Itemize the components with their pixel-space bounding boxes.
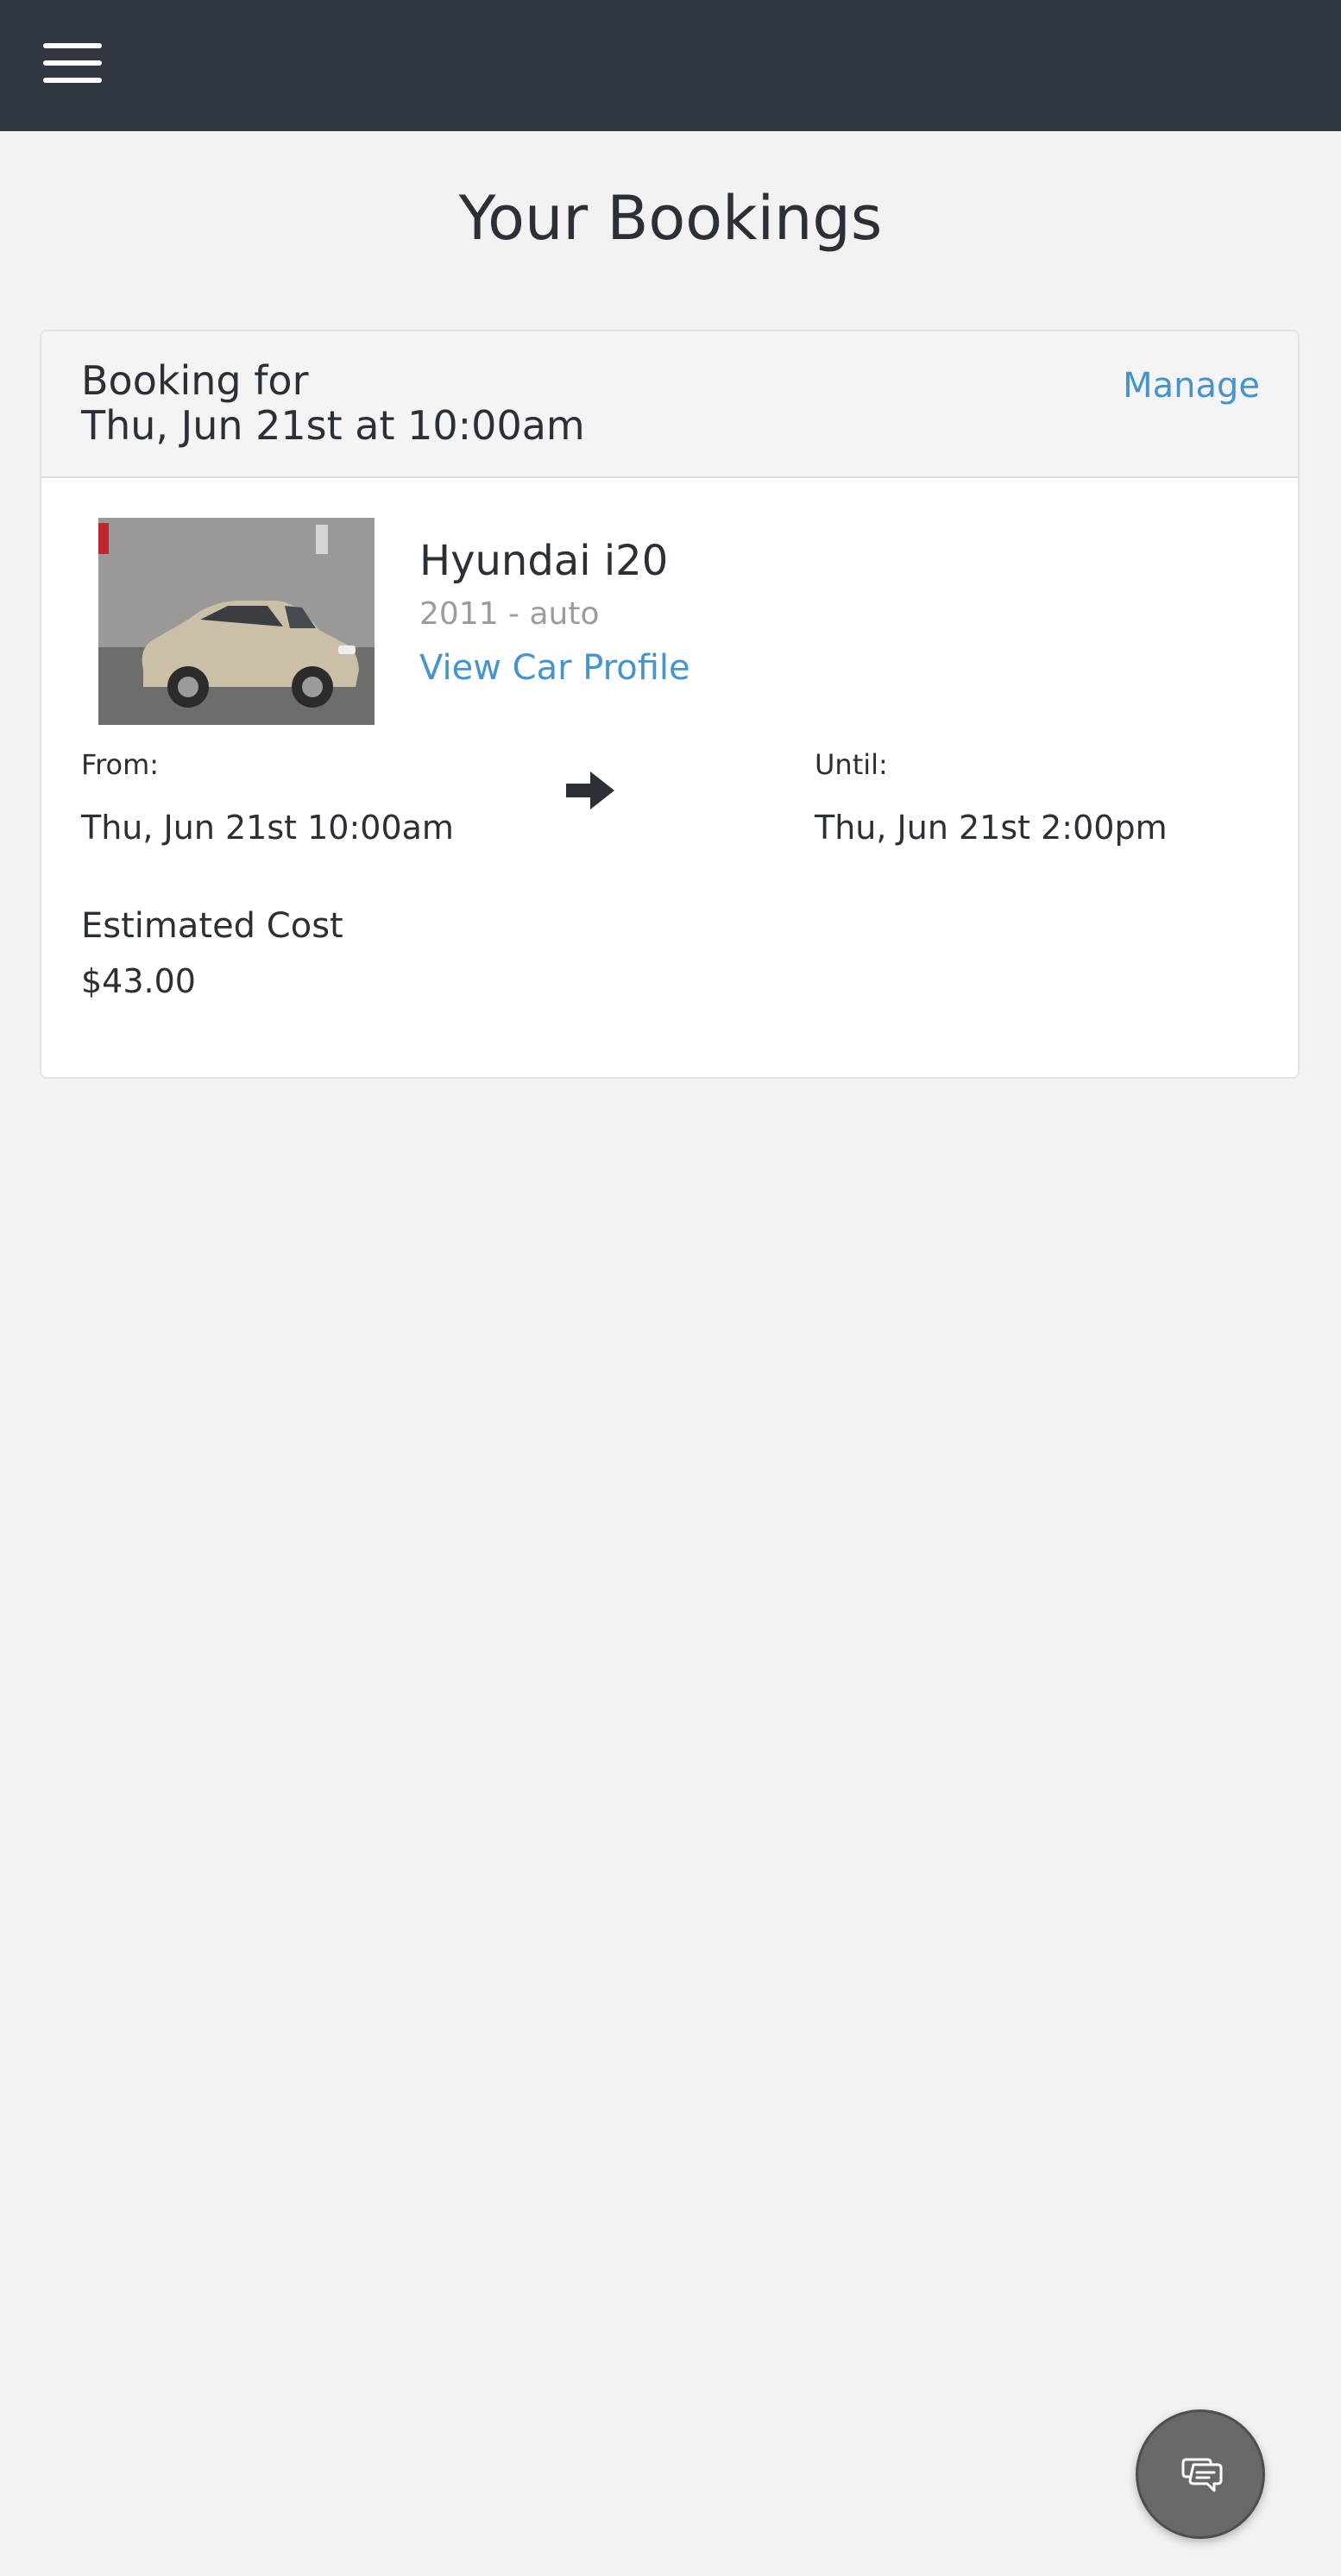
from-label: From: xyxy=(81,748,160,781)
car-photo[interactable] xyxy=(98,518,375,725)
car-year-transmission: 2011 - auto xyxy=(419,596,600,632)
car-name: Hyundai i20 xyxy=(419,537,669,585)
right-arrow-icon xyxy=(566,772,614,809)
booking-date: Thu, Jun 21st at 10:00am xyxy=(81,402,585,449)
view-car-profile-link[interactable]: View Car Profile xyxy=(419,646,690,690)
page-title: Your Bookings xyxy=(458,183,883,254)
manage-booking-link[interactable]: Manage xyxy=(1123,362,1260,409)
chat-bubbles-icon xyxy=(1181,2458,1223,2492)
estimated-cost-value: $43.00 xyxy=(81,962,196,1000)
top-navigation-bar xyxy=(0,0,1341,131)
hamburger-menu-icon[interactable] xyxy=(43,43,102,83)
booking-card: Booking for Thu, Jun 21st at 10:00am Man… xyxy=(40,330,1300,1079)
estimated-cost-label: Estimated Cost xyxy=(81,906,343,946)
booking-card-header: Booking for Thu, Jun 21st at 10:00am Man… xyxy=(41,331,1298,478)
from-datetime: Thu, Jun 21st 10:00am xyxy=(81,809,454,847)
car-photo-image xyxy=(98,518,375,725)
booking-heading: Booking for xyxy=(81,357,309,404)
until-label: Until: xyxy=(815,748,888,781)
chat-button[interactable] xyxy=(1136,2409,1265,2539)
until-datetime: Thu, Jun 21st 2:00pm xyxy=(815,809,1168,847)
